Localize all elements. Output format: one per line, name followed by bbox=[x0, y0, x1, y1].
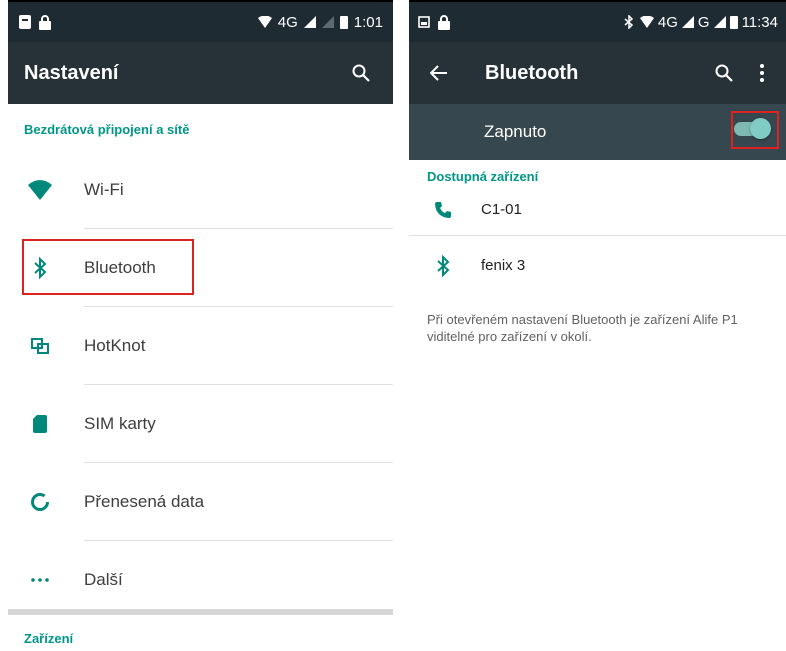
network-type-2: G bbox=[697, 13, 710, 31]
device-label: fenix 3 bbox=[481, 257, 526, 274]
settings-list: Bezdrátová připojení a sítě Wi-Fi Blueto… bbox=[8, 104, 393, 651]
search-button[interactable] bbox=[345, 57, 377, 89]
device-item-fenix-3[interactable]: fenix 3 bbox=[409, 236, 786, 295]
lock-icon bbox=[437, 14, 451, 30]
device-label: C1-01 bbox=[481, 201, 522, 218]
lock-icon bbox=[38, 14, 52, 30]
settings-item-more[interactable]: Další bbox=[8, 541, 393, 618]
back-arrow-icon bbox=[430, 65, 447, 81]
available-devices: Dostupná zařízení C1-01 fenix 3 Při otev… bbox=[409, 160, 786, 345]
page-title: Nastavení bbox=[24, 61, 119, 84]
overflow-menu-button[interactable] bbox=[746, 57, 778, 89]
network-type: 4G bbox=[277, 13, 298, 31]
back-button[interactable] bbox=[423, 57, 455, 89]
section-header-wireless: Bezdrátová připojení a sítě bbox=[24, 122, 190, 137]
signal-secondary-icon bbox=[713, 16, 726, 28]
signal-icon bbox=[303, 16, 316, 28]
wifi-status-icon bbox=[257, 14, 272, 30]
settings-screen: 4G 1:01 Nastavení Bezdrátová připojení a… bbox=[8, 0, 393, 651]
signal-secondary-icon bbox=[321, 16, 334, 28]
status-bar: 4G G 11:34 bbox=[409, 2, 786, 42]
more-vert-icon bbox=[760, 64, 764, 82]
signal-icon bbox=[681, 16, 694, 28]
settings-item-label: SIM karty bbox=[84, 413, 156, 433]
settings-item-label: Bluetooth bbox=[84, 257, 156, 277]
bluetooth-toggle-row[interactable]: Zapnuto bbox=[409, 104, 786, 160]
sim-card-icon bbox=[10, 414, 70, 433]
search-button[interactable] bbox=[708, 57, 740, 89]
clock: 11:34 bbox=[741, 13, 778, 31]
bluetooth-icon bbox=[427, 254, 459, 277]
settings-item-data-usage[interactable]: Přenesená data bbox=[8, 463, 393, 540]
settings-item-label: Přenesená data bbox=[84, 491, 205, 511]
clock: 1:01 bbox=[353, 13, 383, 31]
status-bar: 4G 1:01 bbox=[8, 2, 393, 42]
notification-icon bbox=[18, 14, 32, 30]
section-header-device: Zařízení bbox=[24, 631, 74, 646]
settings-item-wifi[interactable]: Wi-Fi bbox=[8, 151, 393, 228]
page-title: Bluetooth bbox=[485, 61, 579, 84]
more-icon bbox=[10, 577, 70, 582]
search-icon bbox=[715, 64, 733, 82]
battery-icon bbox=[339, 15, 348, 29]
screenshot-icon bbox=[417, 14, 431, 30]
app-bar: Nastavení bbox=[8, 42, 393, 104]
switch-knob bbox=[750, 118, 771, 139]
app-bar: Bluetooth bbox=[409, 42, 786, 104]
network-type: 4G bbox=[657, 13, 678, 31]
settings-item-label: HotKnot bbox=[84, 335, 146, 355]
bluetooth-status-icon bbox=[622, 14, 636, 30]
search-icon bbox=[352, 64, 370, 82]
bluetooth-screen: 4G G 11:34 Bluetooth Zapnuto Dostupná za… bbox=[409, 0, 786, 651]
wifi-icon bbox=[10, 179, 70, 200]
battery-icon bbox=[729, 15, 738, 29]
settings-item-sim[interactable]: SIM karty bbox=[8, 385, 393, 462]
data-usage-icon bbox=[10, 492, 70, 512]
settings-item-bluetooth[interactable]: Bluetooth bbox=[8, 229, 393, 306]
bluetooth-icon bbox=[10, 256, 70, 279]
hotknot-icon bbox=[10, 337, 70, 354]
toggle-label: Zapnuto bbox=[484, 122, 547, 141]
settings-item-hotknot[interactable]: HotKnot bbox=[8, 307, 393, 384]
device-item-c1-01[interactable]: C1-01 bbox=[409, 184, 786, 235]
section-divider bbox=[8, 609, 393, 615]
phone-icon bbox=[427, 201, 459, 219]
section-header-available: Dostupná zařízení bbox=[427, 169, 539, 184]
wifi-status-icon bbox=[639, 14, 654, 30]
bluetooth-switch[interactable] bbox=[734, 118, 771, 139]
settings-item-label: Další bbox=[84, 569, 123, 589]
settings-item-label: Wi-Fi bbox=[84, 179, 124, 199]
visibility-info-text: Při otevřeném nastavení Bluetooth je zař… bbox=[427, 312, 738, 344]
